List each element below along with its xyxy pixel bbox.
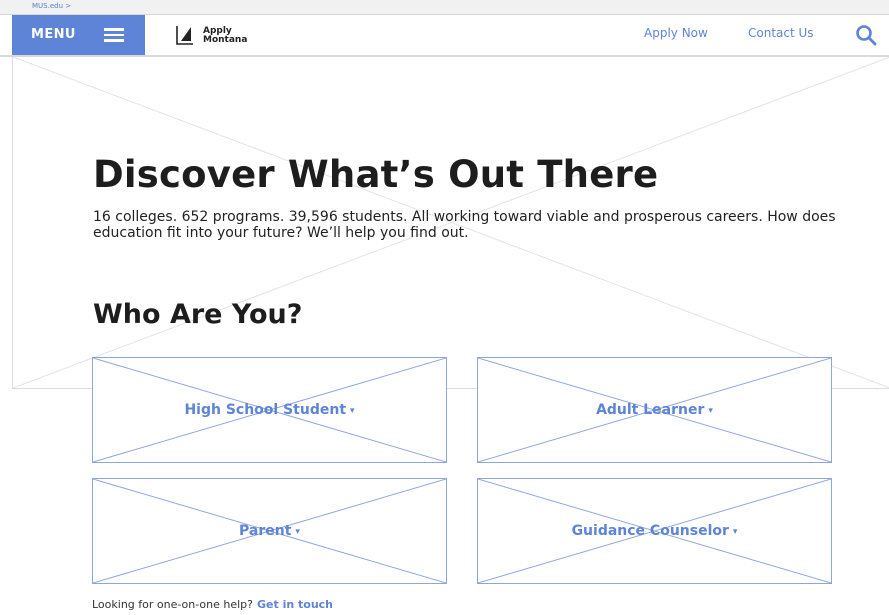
menu-label: MENU [31, 27, 76, 42]
card-label: High School Student ▾ [93, 402, 446, 418]
page-title: Discover What’s Out There [93, 153, 659, 196]
audience-card-adult-learner[interactable]: Adult Learner ▾ [477, 357, 832, 463]
apply-montana-logo[interactable]: Apply Montana [175, 24, 265, 48]
card-label-text: Adult Learner [596, 402, 705, 418]
get-in-touch-link[interactable]: Get in touch [257, 598, 333, 611]
help-text: Looking for one-on-one help? [92, 598, 253, 611]
nav-apply-now[interactable]: Apply Now [644, 26, 708, 40]
menu-button[interactable]: MENU [12, 15, 145, 55]
caret-down-icon: ▾ [350, 406, 355, 416]
caret-down-icon: ▾ [732, 527, 738, 537]
hamburger-icon [104, 28, 124, 42]
card-label: Adult Learner ▾ [478, 402, 831, 418]
card-label: Parent ▾ [93, 523, 446, 539]
card-label-text: Guidance Counselor [571, 523, 729, 539]
hero-intro-text: 16 colleges. 652 programs. 39,596 studen… [93, 209, 836, 241]
audience-card-parent[interactable]: Parent ▾ [92, 478, 447, 584]
who-are-you-heading: Who Are You? [93, 299, 303, 330]
card-label-text: High School Student [184, 402, 347, 418]
search-icon[interactable] [855, 24, 877, 46]
nav-contact-us[interactable]: Contact Us [748, 26, 814, 40]
utility-bar: MUS.edu > [0, 0, 889, 15]
card-label-text: Parent [239, 523, 292, 539]
site-header: MENU Apply Montana Apply Now Contact Us [0, 15, 889, 57]
logo-mark-icon [176, 26, 193, 45]
logo-line-montana: Montana [203, 35, 248, 45]
hero-section: Discover What’s Out There 16 colleges. 6… [12, 57, 889, 389]
help-line: Looking for one-on-one help? Get in touch [92, 598, 333, 611]
caret-down-icon: ▾ [295, 527, 300, 537]
mus-breadcrumb-link[interactable]: MUS.edu > [32, 2, 71, 10]
audience-card-guidance-counselor[interactable]: Guidance Counselor ▾ [477, 478, 832, 584]
caret-down-icon: ▾ [708, 406, 713, 416]
card-label: Guidance Counselor ▾ [478, 523, 831, 539]
logo-text: Apply Montana [203, 27, 247, 45]
audience-card-high-school-student[interactable]: High School Student ▾ [92, 357, 447, 463]
